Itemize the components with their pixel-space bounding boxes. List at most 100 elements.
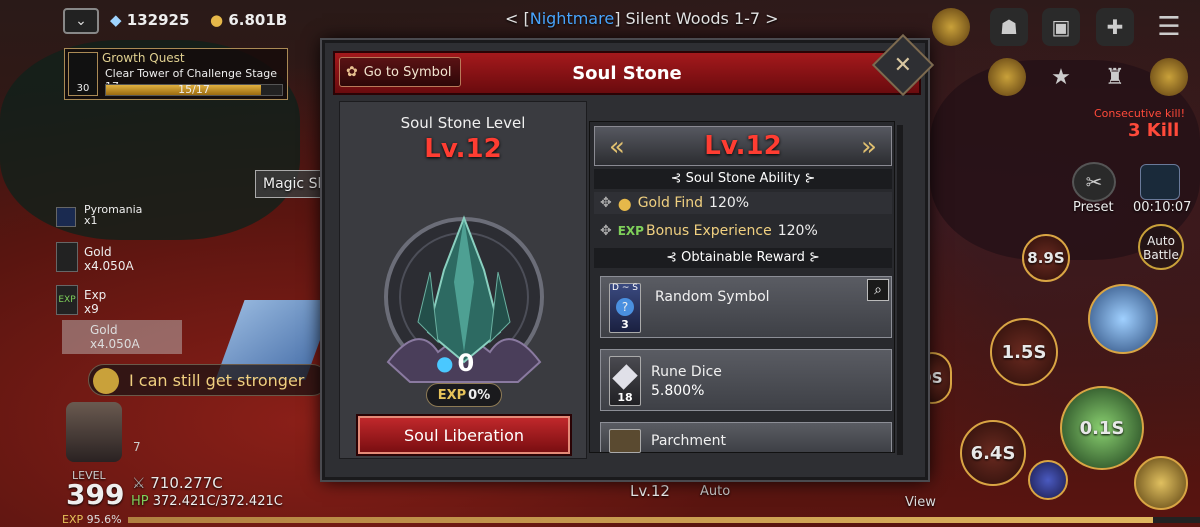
preset-icon[interactable]: ✂ <box>1072 162 1116 202</box>
event-icon[interactable] <box>932 8 970 46</box>
exp-icon: EXP <box>56 285 78 315</box>
random-symbol-name: Random Symbol <box>655 289 770 305</box>
next-level-arrow-icon[interactable]: » <box>855 133 883 161</box>
quest-icon: 30 <box>68 52 98 96</box>
soul-stone-level-panel: Soul Stone Level Lv.12 ● 0 EXP 0% Soul Lib… <box>339 101 587 459</box>
coin-icon: ● <box>210 11 224 29</box>
soul-orb-icon: ● <box>436 351 454 375</box>
parchment-icon <box>609 429 641 453</box>
player-avatar[interactable] <box>66 402 122 462</box>
reward-scrollbar[interactable] <box>897 125 903 455</box>
reward-card-random-symbol[interactable]: D ~ S ? 3 Random Symbol ⌕ <box>600 276 892 338</box>
shop-icon[interactable] <box>1150 58 1188 96</box>
stage-title[interactable]: < [Nightmare] Silent Woods 1-7 > <box>505 9 779 28</box>
cooldown-2: 1.5S <box>1001 341 1047 363</box>
gold-find-coin-icon: ● <box>617 193 632 213</box>
cooldown-4: 6.4S <box>970 442 1016 464</box>
small-counter: 7 <box>133 440 141 454</box>
ability-row-exp: ✥ EXP Bonus Experience 120% <box>594 220 892 242</box>
rune-dice-count: 18 <box>617 391 633 404</box>
hp-value: 372.421C/372.421C <box>152 494 283 509</box>
drop-gold-label: Gold <box>84 245 112 259</box>
question-mark-icon: ? <box>616 298 634 316</box>
close-button[interactable]: ✕ <box>871 33 935 97</box>
collapse-button[interactable]: ⌄ <box>63 8 99 34</box>
rune-dice-icon: 18 <box>609 356 641 406</box>
skill-slot-main[interactable] <box>1088 284 1158 354</box>
stage-name: ] Silent Woods 1-7 > <box>614 9 779 28</box>
growth-quest[interactable]: 30 Growth Quest Clear Tower of Challenge… <box>64 48 288 100</box>
skill-slot-1[interactable]: 8.9S <box>1022 234 1070 282</box>
menu-icon[interactable]: ☰ <box>1150 8 1188 46</box>
stage-prefix: < [ <box>505 9 530 28</box>
gem-currency: ◆ 132925 <box>110 11 189 29</box>
random-symbol-icon: D ~ S ? 3 <box>609 283 641 333</box>
skill-slot-7[interactable] <box>1134 456 1188 510</box>
cooldown-3: 0.1S <box>1079 417 1125 439</box>
chest-icon[interactable] <box>1140 164 1180 200</box>
gold-icon <box>56 242 78 272</box>
timer: 00:10:07 <box>1133 200 1192 215</box>
power-icon: ⚔ <box>132 474 146 492</box>
preset-label[interactable]: Preset <box>1073 200 1114 215</box>
magnify-icon[interactable]: ⌕ <box>867 279 889 301</box>
selected-level: Lv.12 <box>704 131 782 161</box>
rune-dice-name: Rune Dice <box>651 364 722 380</box>
drop-exp-value: x9 <box>84 302 99 316</box>
gold-currency: ● 6.801B <box>210 11 287 29</box>
diamond-bullet-icon: ✥ <box>600 195 612 211</box>
kill-label: Consecutive kill! <box>1094 107 1185 120</box>
stone-count: ● 0 <box>436 349 474 377</box>
bottom-auto[interactable]: Auto <box>700 484 730 499</box>
quest-progress-text: 15/17 <box>178 83 210 96</box>
bottom-level: Lv.12 <box>630 482 670 500</box>
parchment-name: Parchment <box>651 433 727 449</box>
go-to-symbol-button[interactable]: ✿ Go to Symbol <box>339 57 461 87</box>
ability-header-text: Soul Stone Ability <box>685 171 801 186</box>
ability-header: ⊰ Soul Stone Ability ⊱ <box>594 169 892 189</box>
power-value: 710.277C <box>150 474 223 492</box>
trophy-icon[interactable]: ♜ <box>1096 58 1134 96</box>
chat-text: I can still get stronger <box>129 370 305 390</box>
calendar-icon[interactable]: ★ <box>1042 58 1080 96</box>
skill-slot-6[interactable] <box>1028 460 1068 500</box>
skill-slot-4[interactable]: 6.4S <box>960 420 1026 486</box>
soul-exp-pill: EXP 0% <box>426 383 502 407</box>
soul-liberation-button[interactable]: Soul Liberation <box>356 414 572 456</box>
speech-bubble: I can still get stronger <box>88 364 328 396</box>
hp-label: HP <box>131 494 149 509</box>
drop-gold-value: x4.050A <box>84 259 134 273</box>
skill-slot-2[interactable]: 1.5S <box>990 318 1058 386</box>
ability-gold-label: Gold Find <box>637 195 704 211</box>
prev-level-arrow-icon[interactable]: « <box>603 133 631 161</box>
player-level: 399 <box>66 478 125 511</box>
reward-card-rune-dice[interactable]: 18 Rune Dice 5.800% <box>600 349 892 411</box>
soul-stone-detail-panel: « Lv.12 » ⊰ Soul Stone Ability ⊱ ✥ ● Gol… <box>589 121 895 453</box>
stage-mode: Nightmare <box>529 9 615 28</box>
reward-header-text: Obtainable Reward <box>681 250 805 265</box>
reward-card-parchment[interactable]: Parchment <box>600 422 892 453</box>
ability-gold-value: 120% <box>709 195 750 211</box>
rank-icon[interactable] <box>988 58 1026 96</box>
guild-icon[interactable]: ☗ <box>990 8 1028 46</box>
random-symbol-grade: D ~ S <box>612 283 638 293</box>
quest-book-icon[interactable]: ✚ <box>1096 8 1134 46</box>
stone-count-value: 0 <box>457 349 475 377</box>
soul-exp-value: 0% <box>468 387 491 403</box>
gold-count: 6.801B <box>228 11 288 29</box>
player-hp: HP 372.421C/372.421C <box>131 494 283 509</box>
inventory-icon[interactable]: ▣ <box>1042 8 1080 46</box>
diamond-bullet-icon: ✥ <box>600 223 612 239</box>
ability-exp-prefix: EXP <box>617 224 644 238</box>
dice-shape <box>612 364 638 390</box>
view-button[interactable]: View <box>905 495 936 510</box>
drop-exp-label: Exp <box>84 288 107 302</box>
auto-battle-button[interactable]: Auto Battle <box>1138 224 1184 270</box>
modal-header: ✿ Go to Symbol Soul Stone ✕ <box>333 33 935 97</box>
level-caption: Soul Stone Level <box>400 114 526 132</box>
auto-battle-line1: Auto <box>1147 234 1175 248</box>
close-icon: ✕ <box>893 52 913 78</box>
pyromania-icon <box>56 207 76 227</box>
skill-slot-3[interactable]: 0.1S <box>1060 386 1144 470</box>
exp-bar <box>128 517 1200 523</box>
